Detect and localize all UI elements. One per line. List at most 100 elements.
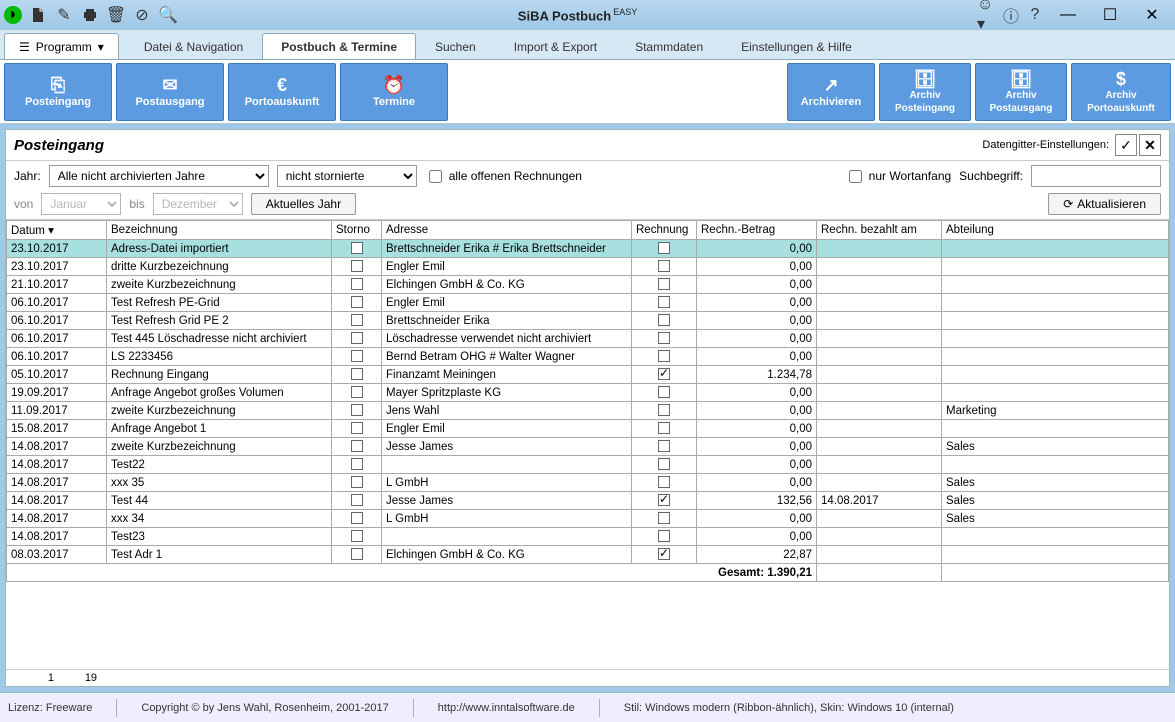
table-row[interactable]: 11.09.2017zweite KurzbezeichnungJens Wah…	[7, 402, 1169, 420]
table-row[interactable]: 14.08.2017zweite KurzbezeichnungJesse Ja…	[7, 438, 1169, 456]
posteingang-button[interactable]: ⎘Posteingang	[4, 63, 112, 121]
table-row[interactable]: 05.10.2017Rechnung EingangFinanzamt Mein…	[7, 366, 1169, 384]
archivieren-button[interactable]: ↗Archivieren	[787, 63, 875, 121]
print-icon[interactable]	[80, 5, 100, 25]
aktuelles-jahr-button[interactable]: Aktuelles Jahr	[251, 193, 356, 215]
storno-checkbox[interactable]	[351, 350, 363, 362]
grid-settings-apply-button[interactable]: ✓	[1115, 134, 1137, 156]
rechnung-checkbox[interactable]	[658, 350, 670, 362]
tab-stammdaten[interactable]: Stammdaten	[616, 33, 722, 59]
rechnung-checkbox[interactable]	[658, 458, 670, 470]
rechnung-checkbox[interactable]	[658, 386, 670, 398]
aktualisieren-button[interactable]: ⟳Aktualisieren	[1048, 193, 1161, 215]
von-label: von	[14, 197, 33, 211]
data-grid[interactable]: Datum ▾ Bezeichnung Storno Adresse Rechn…	[6, 220, 1169, 669]
storno-checkbox[interactable]	[351, 548, 363, 560]
help-icon[interactable]: ?	[1025, 5, 1045, 25]
table-row[interactable]: 19.09.2017Anfrage Angebot großes Volumen…	[7, 384, 1169, 402]
rechnung-checkbox[interactable]	[658, 332, 670, 344]
wortanfang-checkbox[interactable]: nur Wortanfang	[845, 167, 952, 186]
portoauskunft-button[interactable]: €Portoauskunft	[228, 63, 336, 121]
maximize-button[interactable]: ☐	[1091, 3, 1129, 27]
suchbegriff-input[interactable]	[1031, 165, 1161, 187]
delete-icon[interactable]: 🗑	[106, 5, 126, 25]
tab-suchen[interactable]: Suchen	[416, 33, 495, 59]
user-icon[interactable]: ☺ ▾	[977, 5, 997, 25]
month-to-select[interactable]: Dezember	[153, 193, 243, 215]
rechnung-checkbox[interactable]	[658, 404, 670, 416]
rechnung-checkbox[interactable]	[658, 314, 670, 326]
rechnung-checkbox[interactable]	[658, 260, 670, 272]
tab-einstellungen[interactable]: Einstellungen & Hilfe	[722, 33, 871, 59]
rechnung-checkbox[interactable]	[658, 494, 670, 506]
storno-checkbox[interactable]	[351, 296, 363, 308]
page-total: 19	[57, 672, 97, 684]
postausgang-button[interactable]: ✉Postausgang	[116, 63, 224, 121]
storno-checkbox[interactable]	[351, 404, 363, 416]
storno-checkbox[interactable]	[351, 242, 363, 254]
tab-import[interactable]: Import & Export	[495, 33, 616, 59]
table-row[interactable]: 08.03.2017Test Adr 1Elchingen GmbH & Co.…	[7, 546, 1169, 564]
edit-icon[interactable]: ✎	[54, 5, 74, 25]
search-icon[interactable]: 🔍	[158, 5, 178, 25]
program-menu-button[interactable]: ☰ Programm ▾	[4, 33, 119, 59]
suchbegriff-label: Suchbegriff:	[959, 169, 1023, 183]
rechnung-checkbox[interactable]	[658, 530, 670, 542]
storno-checkbox[interactable]	[351, 476, 363, 488]
table-row[interactable]: 06.10.2017Test Refresh Grid PE 2Brettsch…	[7, 312, 1169, 330]
block-icon[interactable]: ⊘	[132, 5, 152, 25]
table-row[interactable]: 14.08.2017Test 44Jesse James132,5614.08.…	[7, 492, 1169, 510]
storno-select[interactable]: nicht stornierte	[277, 165, 417, 187]
rechnung-checkbox[interactable]	[658, 422, 670, 434]
close-button[interactable]: ✕	[1133, 3, 1171, 27]
storno-checkbox[interactable]	[351, 530, 363, 542]
storno-checkbox[interactable]	[351, 278, 363, 290]
storno-checkbox[interactable]	[351, 440, 363, 452]
termine-button[interactable]: ⏰Termine	[340, 63, 448, 121]
archiv-posteingang-button[interactable]: 🗄ArchivPosteingang	[879, 63, 971, 121]
table-row[interactable]: 06.10.2017Test 445 Löschadresse nicht ar…	[7, 330, 1169, 348]
info-icon[interactable]: ⓘ	[1001, 5, 1021, 25]
storno-checkbox[interactable]	[351, 332, 363, 344]
status-url[interactable]: http://www.inntalsoftware.de	[438, 702, 575, 714]
table-row[interactable]: 14.08.2017xxx 35L GmbH0,00Sales	[7, 474, 1169, 492]
table-row[interactable]: 06.10.2017LS 2233456Bernd Betram OHG # W…	[7, 348, 1169, 366]
minimize-button[interactable]: —	[1049, 3, 1087, 27]
rechnung-checkbox[interactable]	[658, 296, 670, 308]
grid-settings-cancel-button[interactable]: ✕	[1139, 134, 1161, 156]
rechnung-checkbox[interactable]	[658, 278, 670, 290]
rechnung-checkbox[interactable]	[658, 476, 670, 488]
storno-checkbox[interactable]	[351, 458, 363, 470]
storno-checkbox[interactable]	[351, 368, 363, 380]
rechnung-checkbox[interactable]	[658, 440, 670, 452]
rechnung-checkbox[interactable]	[658, 512, 670, 524]
archiv-porto-button[interactable]: $ArchivPortoauskunft	[1071, 63, 1171, 121]
table-row[interactable]: 23.10.2017Adress-Datei importiertBrettsc…	[7, 240, 1169, 258]
col-bezeichnung: Bezeichnung	[107, 221, 332, 240]
archiv-postausgang-button[interactable]: 🗄ArchivPostausgang	[975, 63, 1067, 121]
jahr-select[interactable]: Alle nicht archivierten Jahre	[49, 165, 269, 187]
table-row[interactable]: 21.10.2017zweite KurzbezeichnungElchinge…	[7, 276, 1169, 294]
tab-datei[interactable]: Datei & Navigation	[125, 33, 262, 59]
rechnung-checkbox[interactable]	[658, 242, 670, 254]
storno-checkbox[interactable]	[351, 314, 363, 326]
tab-postbuch[interactable]: Postbuch & Termine	[262, 33, 416, 59]
storno-checkbox[interactable]	[351, 512, 363, 524]
table-row[interactable]: 14.08.2017Test230,00	[7, 528, 1169, 546]
table-header[interactable]: Datum ▾ Bezeichnung Storno Adresse Rechn…	[7, 221, 1169, 240]
table-row[interactable]: 14.08.2017xxx 34L GmbH0,00Sales	[7, 510, 1169, 528]
table-row[interactable]: 14.08.2017Test220,00	[7, 456, 1169, 474]
month-from-select[interactable]: Januar	[41, 193, 121, 215]
storno-checkbox[interactable]	[351, 422, 363, 434]
alle-offenen-checkbox[interactable]: alle offenen Rechnungen	[425, 167, 582, 186]
storno-checkbox[interactable]	[351, 260, 363, 272]
table-row[interactable]: 06.10.2017Test Refresh PE-GridEngler Emi…	[7, 294, 1169, 312]
rechnung-checkbox[interactable]	[658, 368, 670, 380]
storno-checkbox[interactable]	[351, 494, 363, 506]
new-icon[interactable]	[28, 5, 48, 25]
storno-checkbox[interactable]	[351, 386, 363, 398]
table-row[interactable]: 23.10.2017dritte KurzbezeichnungEngler E…	[7, 258, 1169, 276]
archive-in-icon: 🗄	[914, 70, 937, 88]
table-row[interactable]: 15.08.2017Anfrage Angebot 1Engler Emil0,…	[7, 420, 1169, 438]
rechnung-checkbox[interactable]	[658, 548, 670, 560]
